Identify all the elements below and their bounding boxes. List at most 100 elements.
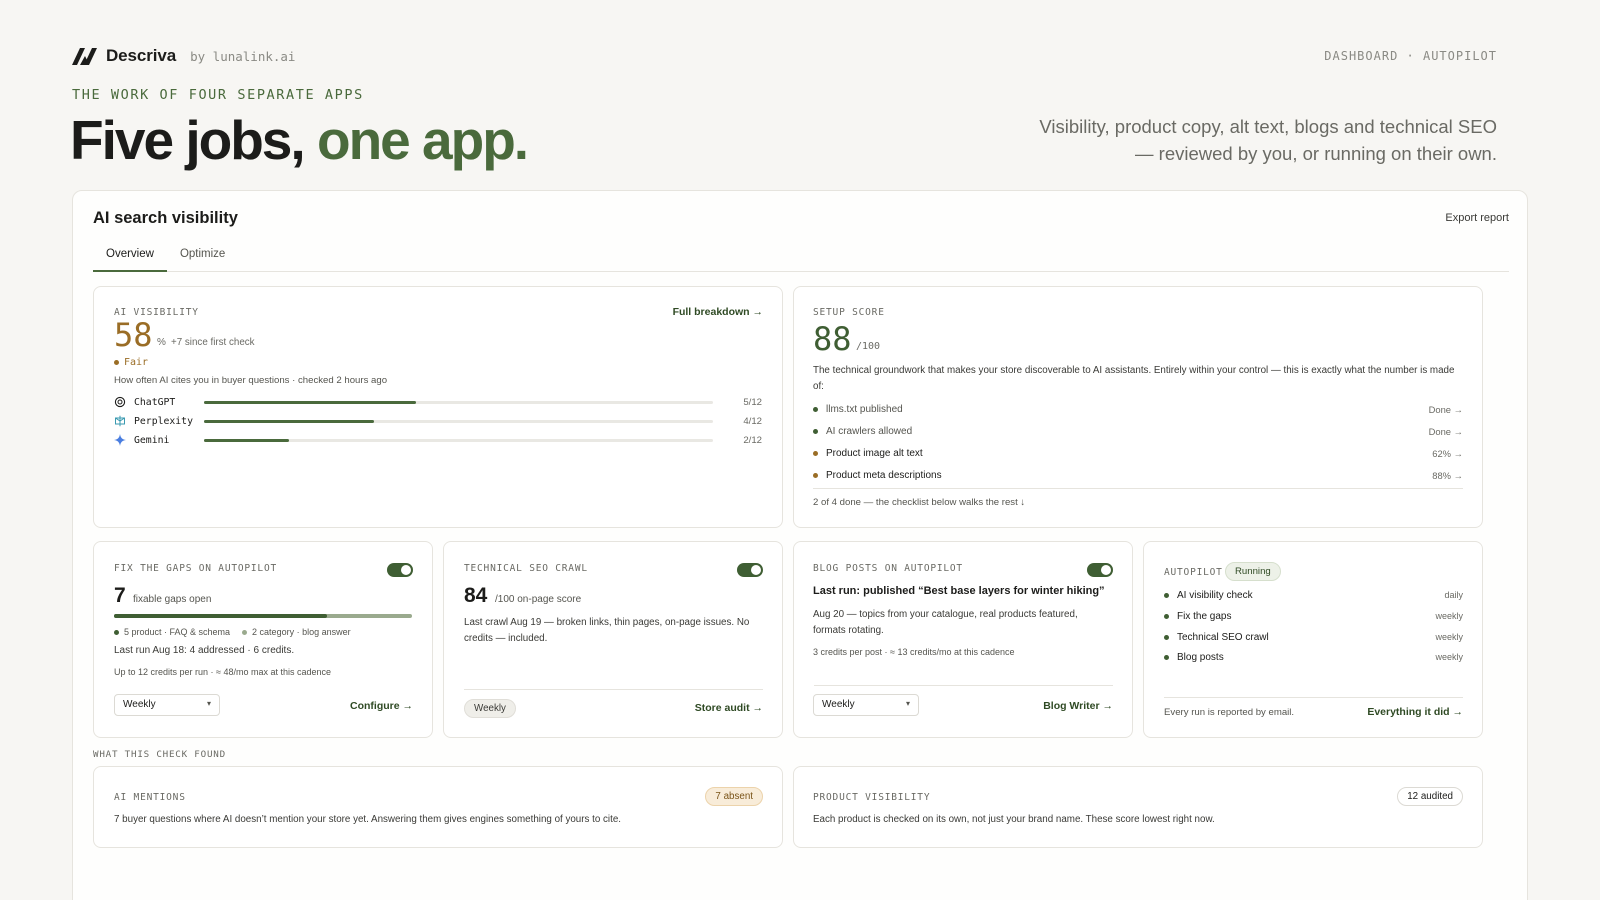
card-divider bbox=[1164, 697, 1463, 698]
autopilot-item-frequency: weekly bbox=[1435, 652, 1463, 662]
engine-bar-fill bbox=[204, 401, 417, 404]
fix-gaps-toggle[interactable] bbox=[387, 563, 413, 577]
checklist-status: Done → bbox=[1428, 425, 1463, 437]
checklist-item[interactable]: AI crawlers allowed Done → bbox=[813, 424, 1463, 438]
headline-accent: one app. bbox=[316, 109, 529, 171]
brand-by: by lunalink.ai bbox=[190, 48, 296, 64]
checklist-status: 62% → bbox=[1432, 447, 1463, 459]
brand[interactable]: Descriva by lunalink.ai bbox=[72, 46, 295, 66]
panel-title: AI search visibility bbox=[93, 209, 238, 227]
engine-row-chatgpt: ChatGPT 5/12 bbox=[114, 395, 762, 409]
blog-last-run: Last run: published “Best base layers fo… bbox=[813, 585, 1105, 597]
top-nav[interactable]: DASHBOARD · AUTOPILOT bbox=[1324, 49, 1497, 63]
engine-count: 2/12 bbox=[743, 434, 762, 446]
configure-link[interactable]: Configure → bbox=[350, 700, 413, 712]
product-visibility-card[interactable]: PRODUCT VISIBILITY 12 audited Each produ… bbox=[793, 766, 1483, 848]
status-dot bbox=[1164, 613, 1169, 619]
ai-mentions-card[interactable]: AI MENTIONS 7 absent 7 buyer questions w… bbox=[93, 766, 783, 848]
gemini-icon bbox=[114, 434, 126, 446]
checklist-item[interactable]: Product meta descriptions 88% → bbox=[813, 468, 1463, 482]
products-badge: 12 audited bbox=[1397, 787, 1463, 806]
engine-count: 4/12 bbox=[743, 415, 762, 427]
fix-gaps-card: FIX THE GAPS ON AUTOPILOT 7 fixable gaps… bbox=[93, 541, 433, 738]
setup-description: The technical groundwork that makes your… bbox=[813, 365, 1455, 392]
legend-category-text: 2 category · blog answer bbox=[252, 627, 351, 637]
setup-score: 88 bbox=[813, 320, 852, 358]
technical-seo-card: TECHNICAL SEO CRAWL 84 /100 on-page scor… bbox=[443, 541, 783, 738]
legend-dot bbox=[242, 629, 248, 635]
blog-posts-toggle[interactable] bbox=[1087, 563, 1113, 577]
product-visibility-label: PRODUCT VISIBILITY bbox=[813, 792, 931, 803]
brand-name: Descriva bbox=[106, 46, 177, 65]
autopilot-item-frequency: weekly bbox=[1435, 632, 1463, 642]
autopilot-card: AUTOPILOT Running AI visibility check dai… bbox=[1143, 541, 1483, 738]
perplexity-icon bbox=[114, 415, 126, 427]
gaps-frequency-select[interactable]: Weekly ▾ bbox=[114, 694, 220, 716]
seo-description: Last crawl Aug 19 — broken links, thin p… bbox=[464, 617, 750, 644]
export-report-button[interactable]: Export report bbox=[1445, 212, 1509, 224]
headline-main: Five jobs, bbox=[70, 109, 317, 171]
blog-posts-label: BLOG POSTS ON AUTOPILOT bbox=[813, 563, 963, 574]
tab-overview[interactable]: Overview bbox=[93, 239, 167, 272]
autopilot-item: Blog posts weekly bbox=[1164, 650, 1463, 664]
card-divider bbox=[464, 689, 763, 690]
gaps-progress-fill bbox=[114, 614, 327, 618]
legend-product: 5 product · FAQ & schema bbox=[114, 627, 230, 637]
setup-score-label: SETUP SCORE bbox=[813, 307, 885, 318]
status-dot bbox=[1164, 634, 1169, 640]
everything-it-did-link[interactable]: Everything it did → bbox=[1367, 706, 1463, 718]
engine-count: 5/12 bbox=[743, 396, 762, 408]
status-dot bbox=[813, 450, 818, 456]
autopilot-item-frequency: weekly bbox=[1435, 611, 1463, 621]
checklist-text: AI crawlers allowed bbox=[826, 425, 913, 437]
mentions-text: 7 buyer questions where AI doesn’t menti… bbox=[114, 814, 621, 825]
rating-text: Fair bbox=[124, 357, 149, 368]
technical-seo-toggle[interactable] bbox=[737, 563, 763, 577]
ai-visibility-card: AI VISIBILITY Full breakdown → 58 % +7 s… bbox=[93, 286, 783, 528]
chatgpt-icon bbox=[114, 396, 126, 408]
legend-dot bbox=[114, 629, 119, 635]
technical-seo-label: TECHNICAL SEO CRAWL bbox=[464, 563, 588, 574]
blog-frequency-select[interactable]: Weekly ▾ bbox=[813, 694, 919, 716]
legend-product-text: 5 product · FAQ & schema bbox=[124, 627, 231, 637]
setup-footer: 2 of 4 done — the checklist below walks … bbox=[813, 488, 1463, 508]
status-dot bbox=[813, 428, 818, 434]
status-dot bbox=[1164, 654, 1169, 660]
products-text: Each product is checked on its own, not … bbox=[813, 814, 1215, 825]
autopilot-item: AI visibility check daily bbox=[1164, 588, 1463, 602]
checklist-text: llms.txt published bbox=[826, 403, 903, 415]
card-divider bbox=[814, 685, 1113, 686]
blog-writer-link[interactable]: Blog Writer → bbox=[1043, 700, 1113, 712]
checklist-item[interactable]: llms.txt published Done → bbox=[813, 402, 1463, 416]
visibility-delta: +7 since first check bbox=[171, 337, 255, 348]
select-value: Weekly bbox=[123, 699, 156, 710]
seo-score: 84 bbox=[464, 584, 488, 607]
setup-score-max: /100 bbox=[856, 341, 881, 352]
gaps-count: 7 bbox=[114, 584, 126, 607]
checklist-status: Done → bbox=[1428, 403, 1463, 415]
blog-posts-card: BLOG POSTS ON AUTOPILOT Last run: publis… bbox=[793, 541, 1133, 738]
subhead: Visibility, product copy, alt text, blog… bbox=[1039, 116, 1497, 164]
ai-mentions-label: AI MENTIONS bbox=[114, 792, 186, 803]
fix-gaps-label: FIX THE GAPS ON AUTOPILOT bbox=[114, 563, 277, 574]
chevron-down-icon: ▾ bbox=[905, 699, 910, 708]
blog-description: Aug 20 — topics from your catalogue, rea… bbox=[813, 609, 1078, 636]
found-section-label: WHAT THIS CHECK FOUND bbox=[93, 749, 226, 760]
checklist-item[interactable]: Product image alt text 62% → bbox=[813, 446, 1463, 460]
full-breakdown-link[interactable]: Full breakdown → bbox=[673, 306, 763, 318]
dashboard-panel: AI search visibility Export report Overv… bbox=[72, 190, 1528, 900]
tab-optimize[interactable]: Optimize bbox=[167, 239, 238, 272]
gaps-last-run: Last run Aug 18: 4 addressed · 6 credits… bbox=[114, 645, 295, 656]
gaps-unit: fixable gaps open bbox=[133, 594, 212, 605]
engine-name: Perplexity bbox=[134, 415, 193, 427]
mentions-badge: 7 absent bbox=[705, 787, 763, 806]
chevron-down-icon: ▾ bbox=[206, 699, 211, 708]
engine-bar-track bbox=[204, 401, 713, 404]
autopilot-status-badge: Running bbox=[1225, 562, 1281, 581]
engine-row-gemini: Gemini 2/12 bbox=[114, 433, 762, 447]
store-audit-link[interactable]: Store audit → bbox=[695, 702, 763, 714]
autopilot-item-name: AI visibility check bbox=[1177, 589, 1253, 601]
visibility-score: 58 bbox=[114, 316, 153, 354]
gaps-progress-bar bbox=[114, 614, 412, 618]
legend-category: 2 category · blog answer bbox=[242, 627, 351, 637]
